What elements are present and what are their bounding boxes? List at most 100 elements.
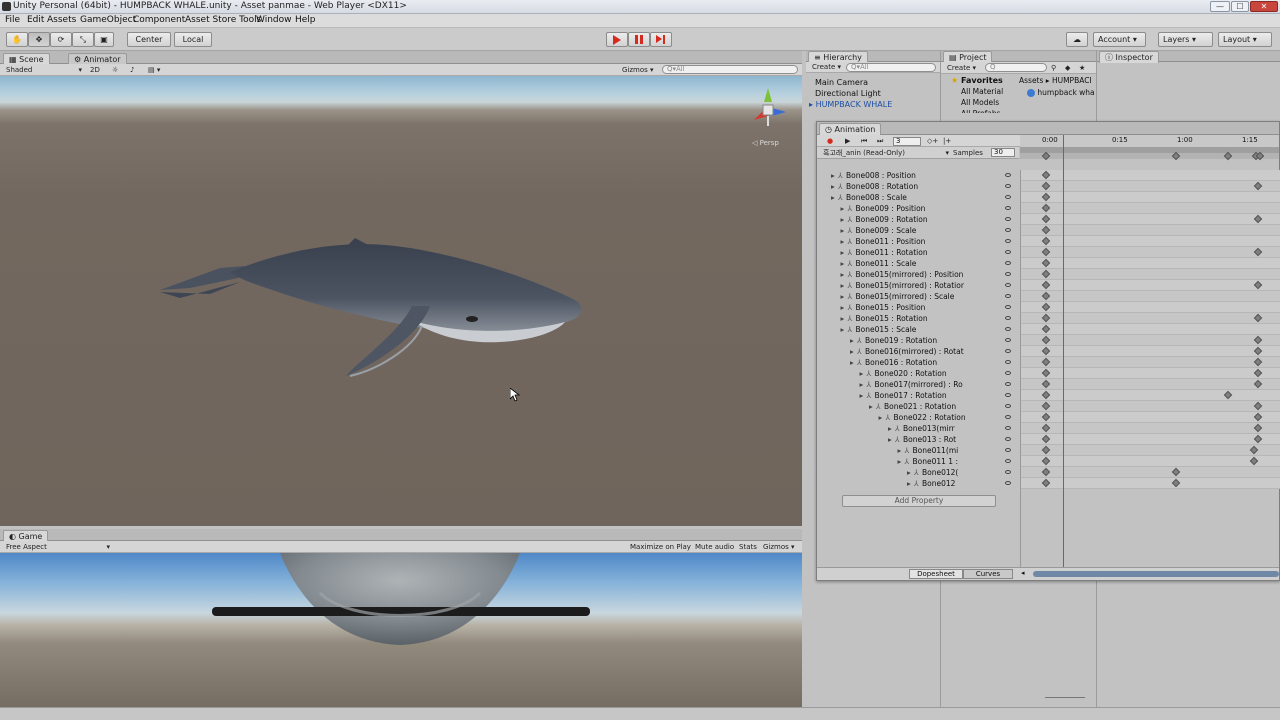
favorite-item[interactable]: All Material: [961, 87, 1003, 96]
favorite-star-icon[interactable]: ★: [1079, 64, 1085, 74]
2d-toggle[interactable]: 2D: [90, 66, 100, 76]
menu-help[interactable]: Help: [295, 15, 316, 25]
keyframe[interactable]: [1253, 280, 1263, 290]
expand-arrow-icon[interactable]: ▸: [888, 423, 892, 434]
property-row[interactable]: ▸ ⅄ Bone016(mirrored) : Rotat: [817, 346, 1019, 357]
hand-tool-icon[interactable]: ✋: [6, 32, 28, 47]
visibility-eye-icon[interactable]: [1005, 360, 1011, 364]
visibility-eye-icon[interactable]: [1005, 173, 1011, 177]
menu-file[interactable]: File: [5, 15, 20, 25]
keyframe-row[interactable]: [1020, 335, 1280, 346]
expand-arrow-icon[interactable]: ▸: [850, 346, 854, 357]
keyframe[interactable]: [1041, 335, 1051, 345]
expand-arrow-icon[interactable]: ▸: [869, 401, 873, 412]
effects-icon[interactable]: ▤ ▾: [148, 66, 160, 76]
visibility-eye-icon[interactable]: [1005, 415, 1011, 419]
property-row[interactable]: ▸ ⅄ Bone021 : Rotation: [817, 401, 1019, 412]
game-viewport[interactable]: [0, 553, 802, 707]
keyframe[interactable]: [1253, 247, 1263, 257]
hierarchy-search-input[interactable]: Q▾All: [846, 63, 936, 72]
scene-viewport[interactable]: ◁ Persp: [0, 76, 802, 526]
property-row[interactable]: ▸ ⅄ Bone008 : Position: [817, 170, 1019, 181]
property-row[interactable]: ▸ ⅄ Bone017 : Rotation: [817, 390, 1019, 401]
project-asset-item[interactable]: humpback wha: [1027, 88, 1095, 97]
property-row[interactable]: ▸ ⅄ Bone022 : Rotation: [817, 412, 1019, 423]
expand-arrow-icon[interactable]: ▸: [841, 302, 845, 313]
favorite-item[interactable]: All Models: [961, 98, 999, 107]
keyframe-row[interactable]: [1020, 280, 1280, 291]
keyframe-row[interactable]: [1020, 445, 1280, 456]
account-dropdown[interactable]: Account ▾: [1093, 32, 1146, 47]
timeline-scrollbar[interactable]: [1033, 571, 1279, 577]
favorites-header[interactable]: ★ Favorites: [951, 76, 1003, 85]
visibility-eye-icon[interactable]: [1005, 382, 1011, 386]
menu-edit[interactable]: Edit: [27, 15, 44, 25]
visibility-eye-icon[interactable]: [1005, 481, 1011, 485]
keyframe[interactable]: [1041, 456, 1051, 466]
visibility-eye-icon[interactable]: [1005, 448, 1011, 452]
filter-type-icon[interactable]: ⚲: [1051, 64, 1056, 74]
game-gizmos-dropdown[interactable]: Gizmos ▾: [763, 543, 795, 553]
keyframe-row[interactable]: [1020, 456, 1280, 467]
project-search-input[interactable]: Q: [985, 63, 1047, 72]
keyframe[interactable]: [1253, 401, 1263, 411]
keyframe[interactable]: [1249, 456, 1259, 466]
add-event-icon[interactable]: |+: [943, 137, 951, 147]
keyframe-row[interactable]: [1020, 247, 1280, 258]
keyframe-row[interactable]: [1020, 467, 1280, 478]
keyframe[interactable]: [1041, 313, 1051, 323]
move-tool-icon[interactable]: ✥: [28, 32, 50, 47]
visibility-eye-icon[interactable]: [1005, 250, 1011, 254]
dopesheet-tab[interactable]: Dopesheet: [909, 569, 963, 579]
keyframe-row[interactable]: [1020, 203, 1280, 214]
property-row[interactable]: ▸ ⅄ Bone011 1 :: [817, 456, 1019, 467]
keyframe[interactable]: [1253, 346, 1263, 356]
keyframe-row[interactable]: [1020, 313, 1280, 324]
expand-arrow-icon[interactable]: ▸: [879, 412, 883, 423]
keyframe-row[interactable]: [1020, 225, 1280, 236]
keyframe[interactable]: [1253, 357, 1263, 367]
keyframe-row[interactable]: [1020, 401, 1280, 412]
property-row[interactable]: ▸ ⅄ Bone013(mirr: [817, 423, 1019, 434]
keyframe-row[interactable]: [1020, 478, 1280, 489]
keyframe[interactable]: [1041, 247, 1051, 257]
keyframe-row[interactable]: [1020, 324, 1280, 335]
property-row[interactable]: ▸ ⅄ Bone012(: [817, 467, 1019, 478]
expand-arrow-icon[interactable]: ▸: [888, 434, 892, 445]
visibility-eye-icon[interactable]: [1005, 305, 1011, 309]
keyframe[interactable]: [1253, 423, 1263, 433]
visibility-eye-icon[interactable]: [1005, 459, 1011, 463]
keyframe[interactable]: [1041, 445, 1051, 455]
zoom-slider[interactable]: [1045, 697, 1085, 701]
play-button[interactable]: [606, 32, 628, 47]
keyframe[interactable]: [1041, 181, 1051, 191]
visibility-eye-icon[interactable]: [1005, 206, 1011, 210]
property-row[interactable]: ▸ ⅄ Bone011 : Rotation: [817, 247, 1019, 258]
keyframe[interactable]: [1041, 214, 1051, 224]
visibility-eye-icon[interactable]: [1005, 327, 1011, 331]
expand-arrow-icon[interactable]: ▸: [898, 445, 902, 456]
property-row[interactable]: ▸ ⅄ Bone011(mi: [817, 445, 1019, 456]
audio-icon[interactable]: ♪: [130, 66, 134, 76]
tab-inspector[interactable]: ⓘ Inspector: [1099, 51, 1159, 63]
expand-arrow-icon[interactable]: ▸: [841, 236, 845, 247]
keyframe[interactable]: [1041, 379, 1051, 389]
keyframe[interactable]: [1041, 225, 1051, 235]
expand-arrow-icon[interactable]: ▸: [898, 456, 902, 467]
expand-arrow-icon[interactable]: ▸: [860, 368, 864, 379]
visibility-eye-icon[interactable]: [1005, 404, 1011, 408]
visibility-eye-icon[interactable]: [1005, 338, 1011, 342]
hierarchy-item[interactable]: Directional Light: [815, 89, 881, 98]
keyframe[interactable]: [1223, 390, 1233, 400]
keyframe-row[interactable]: [1020, 423, 1280, 434]
stats-toggle[interactable]: Stats: [739, 543, 757, 553]
keyframe[interactable]: [1249, 445, 1259, 455]
menu-asset-store-tools[interactable]: Asset Store Tools: [185, 15, 261, 25]
expand-arrow-icon[interactable]: ▸: [841, 269, 845, 280]
record-icon[interactable]: ●: [827, 137, 833, 147]
rect-tool-icon[interactable]: ▣: [94, 32, 114, 47]
visibility-eye-icon[interactable]: [1005, 426, 1011, 430]
keyframe[interactable]: [1041, 434, 1051, 444]
scene-search-input[interactable]: Q▾All: [662, 65, 798, 74]
hierarchy-item-selected[interactable]: ▸ HUMPBACK WHALE: [809, 100, 892, 109]
